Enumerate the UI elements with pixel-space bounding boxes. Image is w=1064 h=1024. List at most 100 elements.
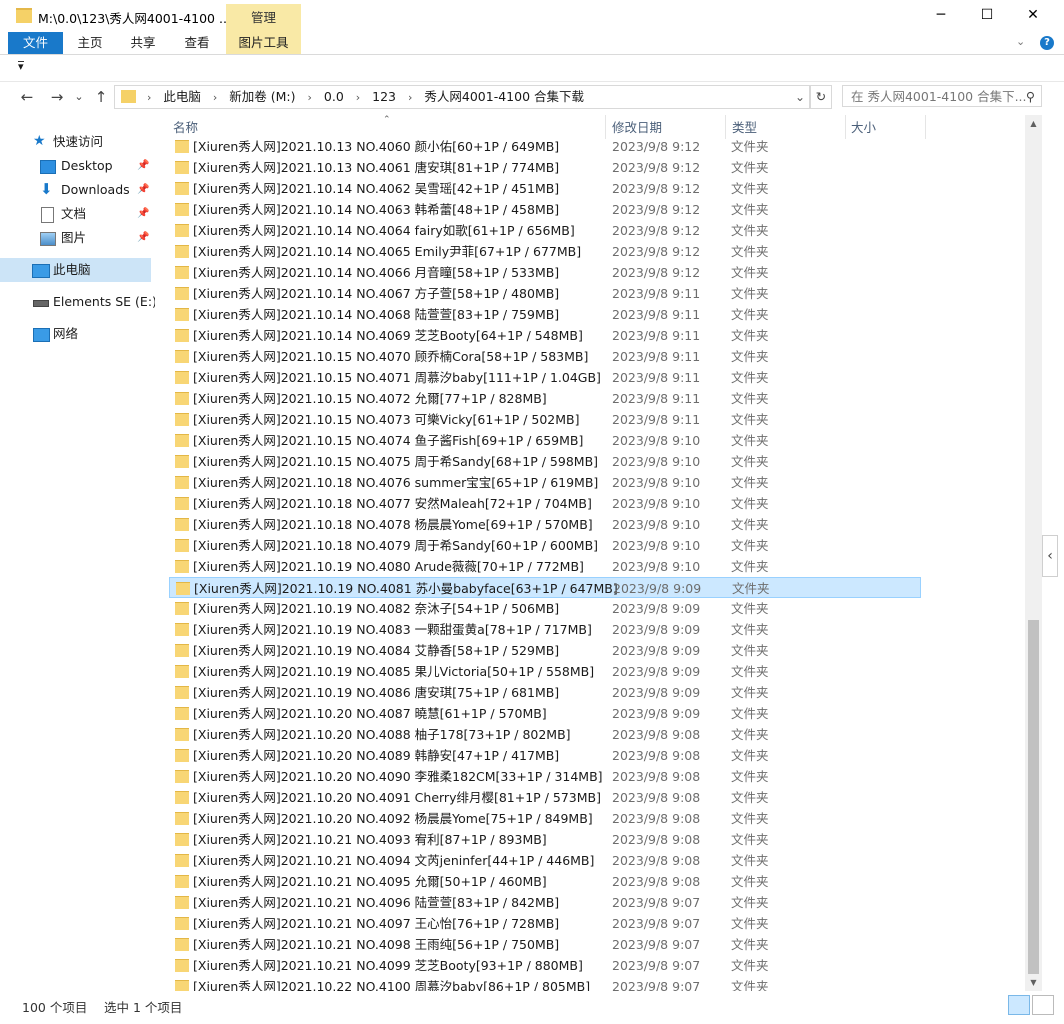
nav-item-quick-access[interactable]: ★ 快速访问 xyxy=(0,130,151,154)
column-divider[interactable] xyxy=(845,115,846,139)
column-divider[interactable] xyxy=(605,115,606,139)
table-row[interactable]: [Xiuren秀人网]2021.10.21 NO.4095 允爾[50+1P /… xyxy=(169,871,921,892)
large-icons-view-button[interactable] xyxy=(1032,995,1054,1015)
nav-item-this-pc[interactable]: 此电脑 xyxy=(0,258,151,282)
chevron-right-icon: › xyxy=(307,91,312,104)
nav-item-pictures[interactable]: 图片 📌 xyxy=(0,226,151,250)
table-row[interactable]: [Xiuren秀人网]2021.10.18 NO.4077 安然Maleah[7… xyxy=(169,493,921,514)
table-row[interactable]: [Xiuren秀人网]2021.10.18 NO.4076 summer宝宝[6… xyxy=(169,472,921,493)
maximize-button[interactable]: ☐ xyxy=(964,0,1010,32)
scrollbar-thumb[interactable] xyxy=(1028,620,1039,974)
table-row[interactable]: [Xiuren秀人网]2021.10.22 NO.4100 周慕汐baby[86… xyxy=(169,976,921,991)
tab-home[interactable]: 主页 xyxy=(66,32,114,54)
search-placeholder: 在 秀人网4001-4100 合集下... xyxy=(851,89,1027,104)
table-row[interactable]: [Xiuren秀人网]2021.10.19 NO.4086 唐安琪[75+1P … xyxy=(169,682,921,703)
up-button[interactable]: ↑ xyxy=(90,86,112,108)
file-type: 文件夹 xyxy=(731,517,769,532)
column-header: 名称 ⌃ 修改日期 类型 大小 xyxy=(155,115,1025,139)
table-row[interactable]: [Xiuren秀人网]2021.10.21 NO.4097 王心怡[76+1P … xyxy=(169,913,921,934)
title-bar[interactable]: M:\0.0\123\秀人网4001-4100 ... 管理 ─ ☐ ✕ xyxy=(0,0,1064,32)
help-icon[interactable]: ? xyxy=(1040,36,1054,50)
table-row[interactable]: [Xiuren秀人网]2021.10.13 NO.4061 唐安琪[81+1P … xyxy=(169,157,921,178)
scroll-down-arrow[interactable]: ▼ xyxy=(1025,974,1042,991)
recent-locations-button[interactable]: ⌄ xyxy=(68,86,90,108)
table-row[interactable]: [Xiuren秀人网]2021.10.21 NO.4094 文芮jeninfer… xyxy=(169,850,921,871)
table-row[interactable]: [Xiuren秀人网]2021.10.21 NO.4096 陆萱萱[83+1P … xyxy=(169,892,921,913)
crumb-folder-0-0[interactable]: 0.0 xyxy=(324,89,344,104)
table-row[interactable]: [Xiuren秀人网]2021.10.14 NO.4064 fairy如歌[61… xyxy=(169,220,921,241)
crumb-current-folder[interactable]: 秀人网4001-4100 合集下载 xyxy=(424,89,584,104)
table-row[interactable]: [Xiuren秀人网]2021.10.14 NO.4068 陆萱萱[83+1P … xyxy=(169,304,921,325)
back-button[interactable]: ← xyxy=(16,86,38,108)
tab-file[interactable]: 文件 xyxy=(8,32,63,54)
table-row[interactable]: [Xiuren秀人网]2021.10.20 NO.4092 杨晨晨Yome[75… xyxy=(169,808,921,829)
file-name: [Xiuren秀人网]2021.10.14 NO.4069 芝芝Booty[64… xyxy=(193,328,583,343)
table-row[interactable]: [Xiuren秀人网]2021.10.14 NO.4063 韩希蕾[48+1P … xyxy=(169,199,921,220)
chevron-down-icon[interactable]: ⌄ xyxy=(1016,35,1025,48)
table-row[interactable]: [Xiuren秀人网]2021.10.15 NO.4072 允爾[77+1P /… xyxy=(169,388,921,409)
table-row[interactable]: [Xiuren秀人网]2021.10.14 NO.4066 月音瞳[58+1P … xyxy=(169,262,921,283)
tab-view[interactable]: 查看 xyxy=(172,32,222,54)
table-row[interactable]: [Xiuren秀人网]2021.10.15 NO.4074 鱼子酱Fish[69… xyxy=(169,430,921,451)
manage-context-tab[interactable]: 管理 xyxy=(226,4,301,32)
nav-item-downloads[interactable]: ⬇ Downloads 📌 xyxy=(0,178,151,202)
forward-button[interactable]: → xyxy=(46,86,68,108)
table-row[interactable]: [Xiuren秀人网]2021.10.14 NO.4067 方子萱[58+1P … xyxy=(169,283,921,304)
table-row[interactable]: [Xiuren秀人网]2021.10.19 NO.4082 奈沐子[54+1P … xyxy=(169,598,921,619)
refresh-button[interactable]: ↻ xyxy=(810,85,832,109)
file-name: [Xiuren秀人网]2021.10.18 NO.4078 杨晨晨Yome[69… xyxy=(193,517,593,532)
minimize-button[interactable]: ─ xyxy=(918,0,964,32)
table-row[interactable]: [Xiuren秀人网]2021.10.21 NO.4093 宥利[87+1P /… xyxy=(169,829,921,850)
preview-pane-toggle[interactable]: ‹ xyxy=(1042,535,1058,577)
address-dropdown-icon[interactable]: ⌄ xyxy=(795,86,805,108)
table-row[interactable]: [Xiuren秀人网]2021.10.19 NO.4081 苏小曼babyfac… xyxy=(169,577,921,598)
qat-dropdown-icon[interactable]: ▾ xyxy=(18,61,24,72)
table-row[interactable]: [Xiuren秀人网]2021.10.14 NO.4062 吴雪瑶[42+1P … xyxy=(169,178,921,199)
scroll-up-arrow[interactable]: ▲ xyxy=(1025,115,1042,132)
table-row[interactable]: [Xiuren秀人网]2021.10.14 NO.4069 芝芝Booty[64… xyxy=(169,325,921,346)
table-row[interactable]: [Xiuren秀人网]2021.10.19 NO.4085 果儿Victoria… xyxy=(169,661,921,682)
table-row[interactable]: [Xiuren秀人网]2021.10.15 NO.4070 顾乔楠Cora[58… xyxy=(169,346,921,367)
table-row[interactable]: [Xiuren秀人网]2021.10.20 NO.4091 Cherry绯月樱[… xyxy=(169,787,921,808)
nav-item-network[interactable]: 网络 xyxy=(0,322,151,346)
close-button[interactable]: ✕ xyxy=(1010,0,1056,32)
column-name[interactable]: 名称 xyxy=(173,115,198,139)
column-divider[interactable] xyxy=(725,115,726,139)
table-row[interactable]: [Xiuren秀人网]2021.10.18 NO.4079 周于希Sandy[6… xyxy=(169,535,921,556)
table-row[interactable]: [Xiuren秀人网]2021.10.19 NO.4083 一颗甜蛋黄a[78+… xyxy=(169,619,921,640)
nav-item-elements-se[interactable]: Elements SE (E:) xyxy=(0,290,157,314)
search-icon: ⚲ xyxy=(1025,89,1035,104)
crumb-drive[interactable]: 新加卷 (M:) xyxy=(229,89,295,104)
nav-item-documents[interactable]: 文档 📌 xyxy=(0,202,151,226)
table-row[interactable]: [Xiuren秀人网]2021.10.19 NO.4080 Arude薇薇[70… xyxy=(169,556,921,577)
folder-icon xyxy=(16,8,32,23)
file-name: [Xiuren秀人网]2021.10.15 NO.4072 允爾[77+1P /… xyxy=(193,391,547,406)
column-divider[interactable] xyxy=(925,115,926,139)
search-input[interactable]: 在 秀人网4001-4100 合集下... ⚲ xyxy=(842,85,1042,107)
tab-picture-tools[interactable]: 图片工具 xyxy=(226,32,301,54)
tab-share[interactable]: 共享 xyxy=(118,32,168,54)
nav-item-desktop[interactable]: Desktop 📌 xyxy=(0,154,151,178)
crumb-folder-123[interactable]: 123 xyxy=(372,89,396,104)
column-size[interactable]: 大小 xyxy=(851,115,876,139)
column-date[interactable]: 修改日期 xyxy=(612,115,662,139)
table-row[interactable]: [Xiuren秀人网]2021.10.21 NO.4098 王雨纯[56+1P … xyxy=(169,934,921,955)
table-row[interactable]: [Xiuren秀人网]2021.10.20 NO.4087 曉慧[61+1P /… xyxy=(169,703,921,724)
table-row[interactable]: [Xiuren秀人网]2021.10.18 NO.4078 杨晨晨Yome[69… xyxy=(169,514,921,535)
table-row[interactable]: [Xiuren秀人网]2021.10.20 NO.4088 柚子178[73+1… xyxy=(169,724,921,745)
table-row[interactable]: [Xiuren秀人网]2021.10.13 NO.4060 颜小佑[60+1P … xyxy=(169,139,921,157)
table-row[interactable]: [Xiuren秀人网]2021.10.20 NO.4089 韩静安[47+1P … xyxy=(169,745,921,766)
file-name: [Xiuren秀人网]2021.10.21 NO.4094 文芮jeninfer… xyxy=(193,853,595,868)
address-bar[interactable]: › 此电脑 › 新加卷 (M:) › 0.0 › 123 › 秀人网4001-4… xyxy=(114,85,810,109)
details-view-button[interactable] xyxy=(1008,995,1030,1015)
table-row[interactable]: [Xiuren秀人网]2021.10.15 NO.4075 周于希Sandy[6… xyxy=(169,451,921,472)
table-row[interactable]: [Xiuren秀人网]2021.10.15 NO.4071 周慕汐baby[11… xyxy=(169,367,921,388)
table-row[interactable]: [Xiuren秀人网]2021.10.21 NO.4099 芝芝Booty[93… xyxy=(169,955,921,976)
crumb-this-pc[interactable]: 此电脑 xyxy=(163,89,201,104)
vertical-scrollbar[interactable]: ▲ ▼ xyxy=(1025,115,1042,991)
table-row[interactable]: [Xiuren秀人网]2021.10.15 NO.4073 可樂Vicky[61… xyxy=(169,409,921,430)
column-type[interactable]: 类型 xyxy=(732,115,757,139)
table-row[interactable]: [Xiuren秀人网]2021.10.14 NO.4065 Emily尹菲[67… xyxy=(169,241,921,262)
table-row[interactable]: [Xiuren秀人网]2021.10.19 NO.4084 艾静香[58+1P … xyxy=(169,640,921,661)
table-row[interactable]: [Xiuren秀人网]2021.10.20 NO.4090 李雅柔182CM[3… xyxy=(169,766,921,787)
